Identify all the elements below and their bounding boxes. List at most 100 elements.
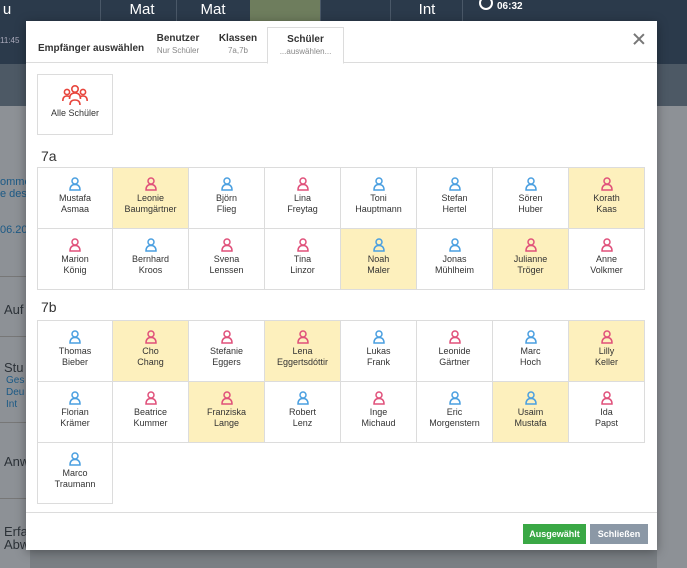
student-card[interactable]: Bernhard Kroos <box>112 228 189 290</box>
bg-ges: Ges <box>6 375 25 386</box>
student-card[interactable]: Ida Papst <box>568 381 645 443</box>
student-name: Mustafa Asmaa <box>38 193 112 214</box>
student-first-name: Florian <box>61 407 89 417</box>
person-outline-icon <box>69 330 81 344</box>
student-card[interactable]: Lina Freytag <box>264 167 341 229</box>
student-card[interactable]: Beatrice Kummer <box>112 381 189 443</box>
bg-separator <box>176 0 177 22</box>
tab-benutzer[interactable]: Benutzer Nur Schüler <box>148 27 208 63</box>
person-outline-icon <box>524 238 537 252</box>
tab-klassen-label: Klassen <box>218 33 258 44</box>
student-card[interactable]: Sören Huber <box>492 167 569 229</box>
student-card[interactable]: Mustafa Asmaa <box>37 167 113 229</box>
close-button[interactable]: Schließen <box>590 524 648 544</box>
student-card[interactable]: Stefanie Eggers <box>188 320 265 382</box>
student-name: Svena Lenssen <box>189 254 264 275</box>
student-first-name: Cho <box>142 346 159 356</box>
person-outline-icon <box>296 238 309 252</box>
student-name: Noah Maler <box>341 254 416 275</box>
student-last-name: Papst <box>594 417 618 428</box>
person-outline-icon <box>296 330 309 344</box>
person-outline-icon <box>69 391 81 405</box>
student-card[interactable]: Thomas Bieber <box>37 320 113 382</box>
student-card[interactable]: Korath Kaas <box>568 167 645 229</box>
student-last-name: Baumgärtner <box>124 203 177 214</box>
person-outline-icon <box>600 177 613 191</box>
student-grid-7a: Mustafa Asmaa Leonie Baumgärtner Björn Flieg L… <box>37 167 645 290</box>
bg-separator <box>390 0 391 22</box>
student-last-name: Hauptmann <box>355 203 402 214</box>
student-card[interactable]: Noah Maler <box>340 228 417 290</box>
student-card[interactable]: Marion König <box>37 228 113 290</box>
student-card[interactable]: Stefan Hertel <box>416 167 493 229</box>
tab-schueler-sub: ...auswählen... <box>279 47 332 56</box>
student-card[interactable]: Björn Flieg <box>188 167 265 229</box>
student-card[interactable]: Jonas Mühlheim <box>416 228 493 290</box>
student-last-name: Linzor <box>290 264 315 275</box>
student-name: Bernhard Kroos <box>113 254 188 275</box>
person-outline-icon <box>69 177 81 191</box>
person-outline-icon <box>448 177 461 191</box>
student-card[interactable]: Lilly Keller <box>568 320 645 382</box>
bg-separator <box>320 0 321 22</box>
student-first-name: Korath <box>593 193 620 203</box>
person-outline-icon <box>524 391 537 405</box>
bg-auf: Auf <box>4 302 24 317</box>
bg-time: 11:45 <box>0 36 20 45</box>
bg-cell-mat-2: Mat <box>200 1 226 18</box>
student-card[interactable]: Svena Lenssen <box>188 228 265 290</box>
student-last-name: Huber <box>518 203 543 214</box>
student-card[interactable]: Franziska Lange <box>188 381 265 443</box>
student-name: Eric Morgenstern <box>417 407 492 428</box>
person-outline-icon <box>69 452 81 466</box>
student-card[interactable]: Leonie Baumgärtner <box>112 167 189 229</box>
student-last-name: Lenz <box>292 417 313 428</box>
student-first-name: Marc <box>520 346 541 356</box>
student-first-name: Franziska <box>206 407 246 417</box>
student-name: Usaim Mustafa <box>493 407 568 428</box>
student-card[interactable]: Leonide Gärtner <box>416 320 493 382</box>
student-name: Lena Eggertsdóttir <box>265 346 340 367</box>
student-card[interactable]: Lukas Frank <box>340 320 417 382</box>
student-card[interactable]: Marc Hoch <box>492 320 569 382</box>
student-first-name: Jonas <box>442 254 467 264</box>
student-name: Jonas Mühlheim <box>417 254 492 275</box>
group-icon <box>62 84 88 106</box>
student-card[interactable]: Lena Eggertsdóttir <box>264 320 341 382</box>
close-icon[interactable] <box>632 32 646 46</box>
student-card[interactable]: Cho Chang <box>112 320 189 382</box>
student-card[interactable]: Toni Hauptmann <box>340 167 417 229</box>
student-last-name: Kaas <box>596 203 617 214</box>
student-first-name: Robert <box>288 407 316 417</box>
tab-schueler[interactable]: Schüler ...auswählen... <box>267 27 344 64</box>
student-card[interactable]: Inge Michaud <box>340 381 417 443</box>
student-name: Marc Hoch <box>493 346 568 367</box>
student-last-name: Traumann <box>54 478 96 489</box>
person-outline-icon <box>372 177 385 191</box>
student-first-name: Beatrice <box>133 407 168 417</box>
student-last-name: Asmaa <box>60 203 89 214</box>
student-card[interactable]: Eric Morgenstern <box>416 381 493 443</box>
bg-clock-time: 06:32 <box>497 1 523 12</box>
student-card[interactable]: Florian Krämer <box>37 381 113 443</box>
student-card[interactable]: Marco Traumann <box>37 442 113 504</box>
student-card[interactable]: Tina Linzor <box>264 228 341 290</box>
student-first-name: Marco <box>62 468 88 478</box>
student-card[interactable]: Julianne Tröger <box>492 228 569 290</box>
student-name: Lina Freytag <box>265 193 340 214</box>
select-all-students-button[interactable]: Alle Schüler <box>37 74 113 135</box>
person-outline-icon <box>524 330 537 344</box>
student-name: Anne Volkmer <box>569 254 644 275</box>
student-card[interactable]: Anne Volkmer <box>568 228 645 290</box>
student-last-name: Flieg <box>216 203 237 214</box>
student-name: Korath Kaas <box>569 193 644 214</box>
confirm-selection-button[interactable]: Ausgewählt <box>523 524 586 544</box>
student-first-name: Lina <box>293 193 311 203</box>
student-card[interactable]: Usaim Mustafa <box>492 381 569 443</box>
student-name: Robert Lenz <box>265 407 340 428</box>
student-card[interactable]: Robert Lenz <box>264 381 341 443</box>
person-outline-icon <box>448 391 461 405</box>
student-last-name: Hertel <box>442 203 467 214</box>
student-name: Stefan Hertel <box>417 193 492 214</box>
tab-klassen[interactable]: Klassen 7a,7b <box>212 27 264 63</box>
